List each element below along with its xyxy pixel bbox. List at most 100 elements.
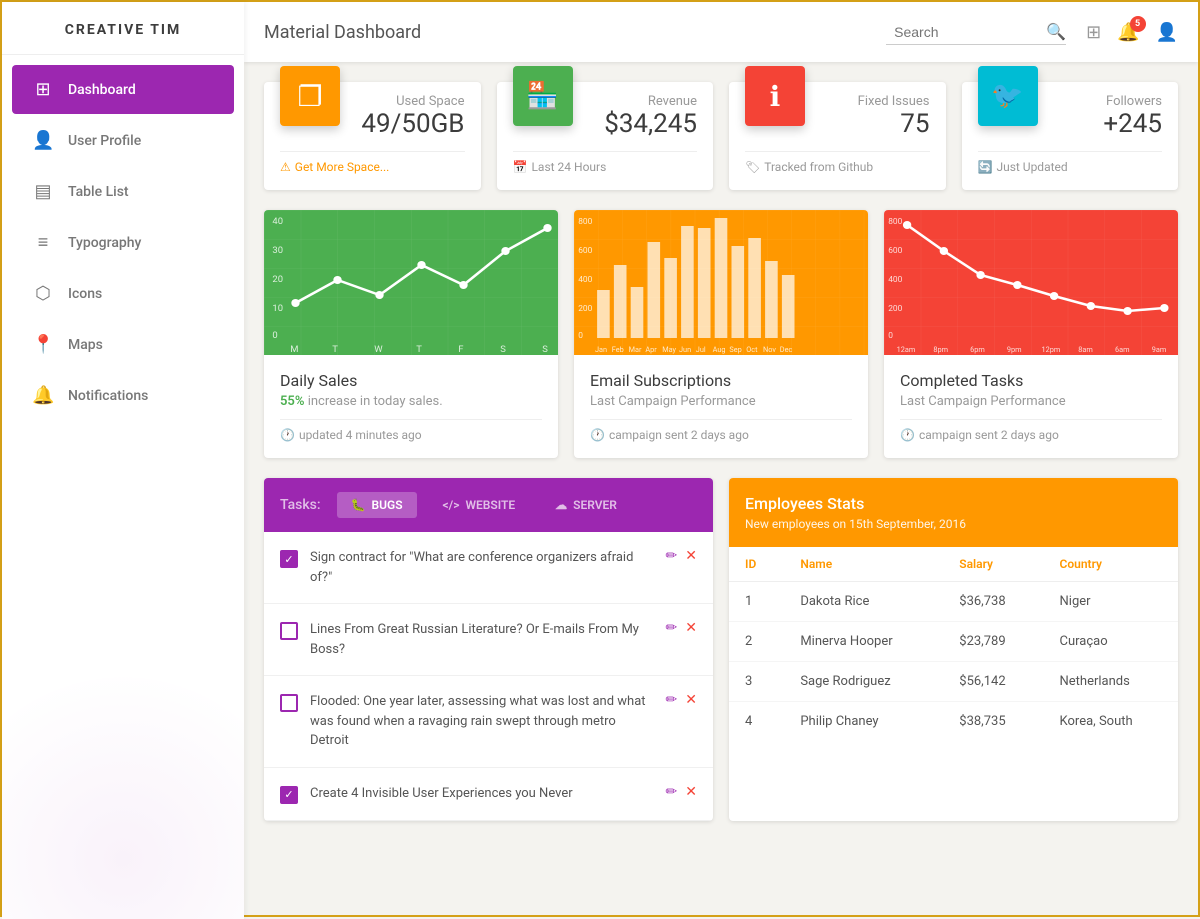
task-checkbox-4[interactable]: ✓ bbox=[280, 786, 298, 804]
chart-footer: 🕐 campaign sent 2 days ago bbox=[900, 419, 1162, 442]
stat-footer-text: Just Updated bbox=[996, 160, 1067, 174]
stat-footer-text[interactable]: Get More Space... bbox=[295, 160, 390, 174]
svg-text:Apr: Apr bbox=[645, 345, 657, 354]
task-delete-button-2[interactable]: ✕ bbox=[685, 620, 697, 636]
svg-text:40: 40 bbox=[272, 216, 283, 227]
grid-icon[interactable]: ⊞ bbox=[1086, 22, 1101, 43]
sidebar: CREATIVE TIM ⊞ Dashboard 👤 User Profile … bbox=[2, 2, 244, 919]
svg-text:12pm: 12pm bbox=[1042, 345, 1061, 354]
task-actions-2: ✏ ✕ bbox=[666, 620, 697, 636]
refresh-icon: 🔄 bbox=[978, 160, 993, 174]
bell-icon[interactable]: 🔔 5 bbox=[1117, 22, 1139, 43]
task-edit-button-4[interactable]: ✏ bbox=[666, 784, 678, 800]
bug-icon: 🐛 bbox=[351, 498, 366, 512]
cell-id: 4 bbox=[729, 702, 784, 742]
tab-label: SERVER bbox=[573, 498, 617, 512]
store-icon: 🏪 bbox=[526, 81, 558, 111]
stat-card-fixed-issues: ℹ Fixed Issues 75 🏷 Tracked from Github bbox=[729, 82, 946, 190]
task-edit-button-1[interactable]: ✏ bbox=[666, 548, 678, 564]
task-text-3: Flooded: One year later, assessing what … bbox=[310, 692, 654, 751]
cell-name: Sage Rodriguez bbox=[784, 662, 943, 702]
svg-text:10: 10 bbox=[272, 303, 283, 314]
task-checkbox-2[interactable] bbox=[280, 622, 298, 640]
svg-text:W: W bbox=[374, 344, 382, 355]
sidebar-item-label: Icons bbox=[68, 286, 102, 302]
task-tab-server[interactable]: ☁ SERVER bbox=[541, 492, 631, 518]
svg-text:Jun: Jun bbox=[679, 345, 691, 354]
sidebar-item-user-profile[interactable]: 👤 User Profile bbox=[12, 116, 234, 165]
chart-footer-text: campaign sent 2 days ago bbox=[919, 428, 1059, 442]
task-text-2: Lines From Great Russian Literature? Or … bbox=[310, 620, 654, 659]
user-icon: 👤 bbox=[32, 130, 54, 151]
chart-daily-sales: 40 30 20 10 0 bbox=[264, 210, 558, 458]
chart-up-value: 55% bbox=[280, 394, 304, 409]
maps-icon: 📍 bbox=[32, 334, 54, 355]
stat-label: Fixed Issues bbox=[858, 94, 930, 109]
tab-label: BUGS bbox=[372, 498, 403, 512]
stat-card-revenue: 🏪 Revenue $34,245 📅 Last 24 Hours bbox=[497, 82, 714, 190]
task-actions-1: ✏ ✕ bbox=[666, 548, 697, 564]
task-tab-website[interactable]: </> WEBSITE bbox=[429, 492, 530, 518]
task-actions-3: ✏ ✕ bbox=[666, 692, 697, 708]
svg-text:M: M bbox=[290, 344, 298, 355]
search-input[interactable] bbox=[886, 20, 1046, 44]
stat-label: Revenue bbox=[604, 94, 697, 109]
sidebar-item-table-list[interactable]: ▤ Table List bbox=[12, 167, 234, 216]
search-container: 🔍 bbox=[886, 20, 1066, 45]
task-item-3: Flooded: One year later, assessing what … bbox=[264, 676, 713, 768]
task-edit-button-2[interactable]: ✏ bbox=[666, 620, 678, 636]
cell-name: Dakota Rice bbox=[784, 582, 943, 622]
twitter-icon: 🐦 bbox=[991, 81, 1023, 111]
task-edit-button-3[interactable]: ✏ bbox=[666, 692, 678, 708]
task-delete-button-4[interactable]: ✕ bbox=[685, 784, 697, 800]
user-avatar[interactable]: 👤 bbox=[1156, 22, 1178, 43]
task-checkbox-3[interactable] bbox=[280, 694, 298, 712]
followers-icon-box: 🐦 bbox=[978, 66, 1038, 126]
task-checkbox-1[interactable]: ✓ bbox=[280, 550, 298, 568]
chart-footer-text: updated 4 minutes ago bbox=[299, 428, 422, 442]
page-content: ❐ Used Space 49/50GB ⚠ Get More Space...… bbox=[244, 62, 1198, 841]
svg-text:Sep: Sep bbox=[729, 345, 741, 354]
sidebar-item-dashboard[interactable]: ⊞ Dashboard bbox=[12, 65, 234, 114]
task-tab-bugs[interactable]: 🐛 BUGS bbox=[337, 492, 417, 518]
svg-text:F: F bbox=[458, 344, 463, 355]
cell-salary: $56,142 bbox=[943, 662, 1043, 702]
sidebar-item-typography[interactable]: ≡ Typography bbox=[12, 218, 234, 267]
tasks-label: Tasks: bbox=[280, 497, 321, 513]
task-delete-button-1[interactable]: ✕ bbox=[685, 548, 697, 564]
svg-text:0: 0 bbox=[888, 331, 893, 341]
stat-value: 75 bbox=[858, 109, 930, 139]
cell-salary: $36,738 bbox=[943, 582, 1043, 622]
stat-value: 49/50GB bbox=[361, 109, 464, 139]
stat-footer-text: Tracked from Github bbox=[764, 160, 873, 174]
svg-text:8pm: 8pm bbox=[933, 345, 948, 354]
chart-footer: 🕐 updated 4 minutes ago bbox=[280, 419, 542, 442]
search-icon[interactable]: 🔍 bbox=[1046, 22, 1066, 41]
chart-email-subscriptions: 800 600 400 200 0 bbox=[574, 210, 868, 458]
svg-text:Mar: Mar bbox=[629, 345, 642, 354]
cell-country: Netherlands bbox=[1044, 662, 1178, 702]
svg-text:May: May bbox=[662, 345, 676, 354]
svg-text:8am: 8am bbox=[1078, 345, 1093, 354]
sidebar-item-notifications[interactable]: 🔔 Notifications bbox=[12, 371, 234, 420]
stat-footer: ⚠ Get More Space... bbox=[280, 151, 465, 174]
sidebar-item-icons[interactable]: ⬡ Icons bbox=[12, 269, 234, 318]
line-chart-daily-sales: 40 30 20 10 0 bbox=[264, 210, 558, 355]
copy-icon: ❐ bbox=[297, 80, 322, 113]
svg-text:200: 200 bbox=[578, 304, 593, 314]
line-chart-tasks: 800 600 400 200 0 bbox=[884, 210, 1178, 355]
tasks-header: Tasks: 🐛 BUGS </> WEBSITE ☁ SERVER bbox=[264, 478, 713, 532]
stat-label: Used Space bbox=[361, 94, 464, 109]
stat-footer: 🏷 Tracked from Github bbox=[745, 151, 930, 174]
stat-label: Followers bbox=[1103, 94, 1162, 109]
notification-badge: 5 bbox=[1130, 16, 1146, 32]
bottom-row: Tasks: 🐛 BUGS </> WEBSITE ☁ SERVER bbox=[264, 478, 1178, 821]
task-delete-button-3[interactable]: ✕ bbox=[685, 692, 697, 708]
stat-footer: 🔄 Just Updated bbox=[978, 151, 1163, 174]
tasks-card: Tasks: 🐛 BUGS </> WEBSITE ☁ SERVER bbox=[264, 478, 713, 821]
sidebar-item-label: User Profile bbox=[68, 133, 141, 149]
tasks-list: ✓ Sign contract for "What are conference… bbox=[264, 532, 713, 821]
sidebar-item-maps[interactable]: 📍 Maps bbox=[12, 320, 234, 369]
cell-country: Niger bbox=[1044, 582, 1178, 622]
chart-subtitle-text: Last Campaign Performance bbox=[590, 394, 756, 409]
